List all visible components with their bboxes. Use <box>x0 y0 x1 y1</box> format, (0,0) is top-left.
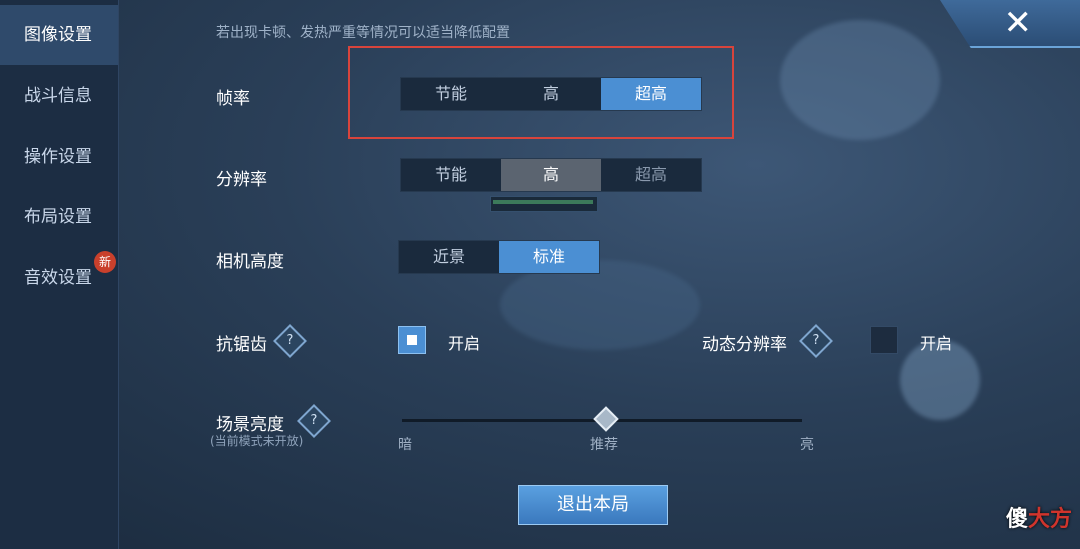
brightness-min-label: 暗 <box>398 437 412 453</box>
watermark-text: 傻 <box>1005 507 1028 532</box>
camera-height-label: 相机高度 <box>216 252 284 272</box>
sidebar-item-layout[interactable]: 布局设置 <box>0 187 118 247</box>
resolution-option-ultra[interactable]: 超高 <box>601 159 701 191</box>
sidebar-item-controls[interactable]: 操作设置 <box>0 127 118 187</box>
camera-option-close[interactable]: 近景 <box>399 241 499 273</box>
dynamic-resolution-checkbox-label: 开启 <box>920 334 953 353</box>
scene-brightness-note: (当前模式未开放) <box>210 434 304 448</box>
resolution-level-bar <box>490 196 598 212</box>
dynamic-resolution-checkbox[interactable] <box>870 326 898 354</box>
sidebar-item-graphics[interactable]: 图像设置 <box>0 5 118 65</box>
dynamic-resolution-label: 动态分辨率 <box>702 335 787 355</box>
frame-rate-label: 帧率 <box>216 89 250 109</box>
resolution-option-high[interactable]: 高 <box>501 159 601 191</box>
new-badge: 新 <box>94 251 116 273</box>
help-icon-glyph: ? <box>286 333 294 348</box>
anti-aliasing-checkbox[interactable] <box>398 326 426 354</box>
help-icon-glyph: ? <box>812 333 820 348</box>
resolution-selector: 节能 高 超高 <box>400 158 702 192</box>
watermark-text-red: 大方 <box>1027 507 1072 532</box>
camera-option-standard[interactable]: 标准 <box>499 241 599 273</box>
anti-aliasing-checkbox-label: 开启 <box>448 334 481 353</box>
exit-match-button[interactable]: 退出本局 <box>518 485 668 525</box>
watermark: 傻大方 <box>1006 501 1072 533</box>
resolution-label: 分辨率 <box>216 170 267 190</box>
brightness-max-label: 亮 <box>800 437 814 453</box>
sidebar: 图像设置 战斗信息 操作设置 布局设置 音效设置 <box>0 0 119 549</box>
help-icon-glyph: ? <box>310 413 318 428</box>
performance-hint: 若出现卡顿、发热严重等情况可以适当降低配置 <box>216 25 510 41</box>
help-icon[interactable]: ? <box>799 324 833 358</box>
highlight-box <box>348 46 734 139</box>
brightness-slider-handle[interactable] <box>593 406 619 432</box>
camera-height-selector: 近景 标准 <box>398 240 600 274</box>
sidebar-item-battle-info[interactable]: 战斗信息 <box>0 66 118 126</box>
brightness-recommended-label: 推荐 <box>590 437 618 453</box>
help-icon[interactable]: ? <box>273 324 307 358</box>
resolution-option-eco[interactable]: 节能 <box>401 159 501 191</box>
anti-aliasing-label: 抗锯齿 <box>216 335 267 355</box>
